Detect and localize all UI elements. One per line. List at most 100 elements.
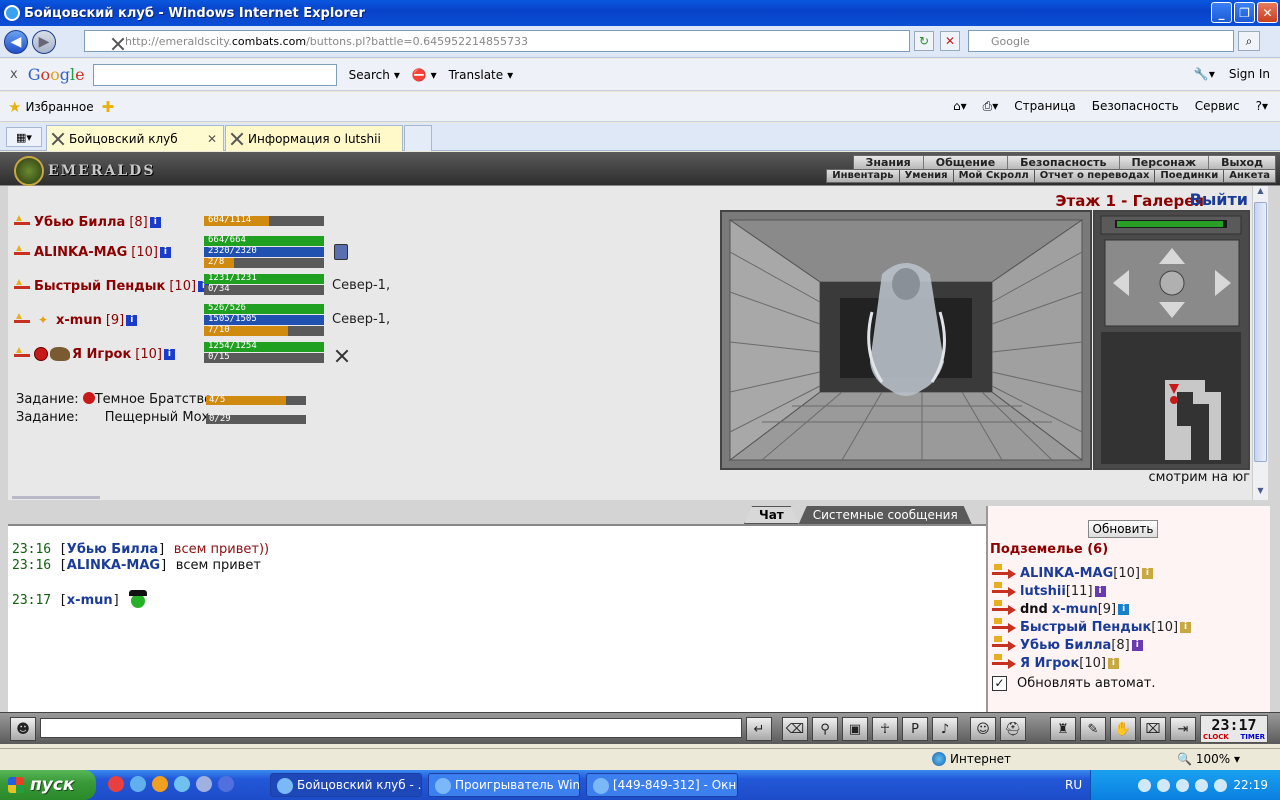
info-icon[interactable]: i bbox=[1094, 585, 1106, 597]
submenu-transfers[interactable]: Отчет о переводах bbox=[1033, 170, 1155, 182]
google-search-button[interactable]: Search ▾ bbox=[349, 68, 400, 82]
online-user-name[interactable]: Я Игрок bbox=[1020, 656, 1079, 671]
private-icon[interactable]: P bbox=[902, 717, 928, 741]
google-search-input[interactable] bbox=[92, 63, 337, 86]
search-input[interactable]: Google bbox=[968, 30, 1234, 52]
player-name[interactable]: Я Игрок bbox=[72, 347, 131, 362]
hand-icon[interactable]: ✋ bbox=[1110, 717, 1136, 741]
scroll-down-icon[interactable]: ▼ bbox=[1254, 486, 1267, 500]
online-user-name[interactable]: ALINKA-MAG bbox=[1020, 566, 1113, 581]
menu-exit[interactable]: Выход bbox=[1208, 156, 1275, 169]
popup-blocker-icon[interactable]: ⛔ ▾ bbox=[412, 68, 437, 82]
info-icon[interactable]: i bbox=[1141, 567, 1153, 579]
smiles-icon[interactable]: ☺ bbox=[970, 717, 996, 741]
taskbar-item-window[interactable]: [449-849-312] - Окн... bbox=[586, 773, 738, 797]
sign-in-button[interactable]: Sign In bbox=[1229, 67, 1270, 81]
chat-input[interactable] bbox=[40, 718, 742, 738]
minimize-button[interactable]: _ bbox=[1211, 2, 1232, 23]
chat-head-icon[interactable]: ☻ bbox=[10, 717, 36, 741]
menu-communication[interactable]: Общение bbox=[922, 156, 1007, 169]
player-name[interactable]: ALINKA-MAG bbox=[34, 245, 127, 260]
info-icon[interactable]: i bbox=[159, 246, 171, 258]
bag-icon[interactable]: ♜ bbox=[1050, 717, 1076, 741]
crossed-swords-icon[interactable] bbox=[334, 348, 350, 364]
scroll-tool-icon[interactable]: ✎ bbox=[1080, 717, 1106, 741]
lock-icon[interactable]: ⌧ bbox=[1140, 717, 1166, 741]
walk-icon[interactable]: ☥ bbox=[872, 717, 898, 741]
player-name[interactable]: x-mun bbox=[56, 313, 102, 328]
submenu-scroll[interactable]: Мой Скролл bbox=[952, 170, 1034, 182]
add-favorite-icon[interactable]: ✚ bbox=[102, 98, 115, 116]
chat-nick[interactable]: ALINKA-MAG bbox=[67, 558, 160, 573]
player-name[interactable]: Быстрый Пендык bbox=[34, 279, 165, 294]
start-button[interactable]: пуск bbox=[0, 770, 96, 800]
taskbar-item-ie[interactable]: Бойцовский клуб - ... bbox=[270, 773, 422, 797]
opera-icon[interactable] bbox=[108, 776, 124, 792]
submenu-inventory[interactable]: Инвентарь bbox=[827, 170, 898, 182]
online-user-name[interactable]: x-mun bbox=[1052, 602, 1098, 617]
auto-refresh-checkbox[interactable]: ✓ bbox=[992, 676, 1007, 691]
zoom-control[interactable]: 🔍 100% ▾ bbox=[1177, 752, 1240, 766]
tray-icon[interactable] bbox=[1157, 778, 1171, 792]
safety-menu[interactable]: Безопасность bbox=[1092, 99, 1179, 114]
wrench-icon[interactable]: 🔧▾ bbox=[1194, 67, 1215, 81]
app-icon[interactable] bbox=[218, 776, 234, 792]
scroll-thumb[interactable] bbox=[1254, 202, 1267, 462]
messenger-icon[interactable] bbox=[196, 776, 212, 792]
menu-security[interactable]: Безопасность bbox=[1007, 156, 1118, 169]
info-icon[interactable]: i bbox=[149, 216, 161, 228]
refresh-list-button[interactable]: Обновить bbox=[1088, 520, 1158, 538]
vertical-scrollbar[interactable]: ▲ ▼ bbox=[1252, 186, 1268, 500]
quick-tabs-icon[interactable]: ▦▾ bbox=[6, 127, 42, 147]
back-button[interactable]: ◀ bbox=[4, 29, 28, 54]
url-field[interactable]: http://emeraldscity. combats.com/buttons.… bbox=[84, 30, 910, 52]
close-button[interactable]: ✕ bbox=[1257, 2, 1278, 23]
menu-character[interactable]: Персонаж bbox=[1118, 156, 1209, 169]
favorites-button[interactable]: ★ Избранное bbox=[8, 98, 94, 116]
chat-nick[interactable]: x-mun bbox=[67, 593, 113, 608]
chat-time[interactable]: 23:16 bbox=[12, 542, 51, 557]
close-tab-icon[interactable]: ✕ bbox=[207, 132, 217, 146]
exit-icon[interactable]: ⇥ bbox=[1170, 717, 1196, 741]
stop-icon[interactable]: ✕ bbox=[940, 31, 960, 51]
new-tab-button[interactable] bbox=[404, 125, 432, 151]
submenu-fights[interactable]: Поединки bbox=[1154, 170, 1223, 182]
filter-icon[interactable]: ⚲ bbox=[812, 717, 838, 741]
chat-time[interactable]: 23:16 bbox=[12, 558, 51, 573]
send-icon[interactable]: ↵ bbox=[746, 717, 772, 741]
page-menu[interactable]: Страница bbox=[1014, 99, 1076, 114]
tab-chat[interactable]: Чат bbox=[744, 506, 799, 524]
menu-knowledge[interactable]: Знания bbox=[854, 156, 923, 169]
tray-icon[interactable] bbox=[1176, 778, 1190, 792]
tab-combats[interactable]: Бойцовский клуб ✕ bbox=[46, 125, 224, 151]
translate-button[interactable]: Translate ▾ bbox=[449, 68, 514, 82]
home-icon[interactable]: ⌂▾ bbox=[953, 99, 967, 114]
horizontal-scrollbar[interactable] bbox=[12, 496, 100, 499]
ie-quick-icon[interactable] bbox=[130, 776, 146, 792]
info-icon[interactable]: i bbox=[1180, 621, 1192, 633]
help-icon[interactable]: ?▾ bbox=[1256, 99, 1268, 114]
tab-info[interactable]: Информация о lutshii bbox=[225, 125, 403, 151]
scroll-up-icon[interactable]: ▲ bbox=[1254, 186, 1267, 200]
exit-dungeon-link[interactable]: Выйти bbox=[1190, 190, 1248, 209]
tab-system-messages[interactable]: Системные сообщения bbox=[799, 506, 972, 524]
info-icon[interactable]: i bbox=[1118, 603, 1130, 615]
print-icon[interactable]: ⎙▾ bbox=[983, 99, 999, 114]
submenu-skills[interactable]: Умения bbox=[898, 170, 953, 182]
info-icon[interactable]: i bbox=[163, 348, 175, 360]
player-name[interactable]: Убью Билла bbox=[34, 215, 125, 230]
chat-nick[interactable]: Убью Билла bbox=[67, 542, 158, 557]
dungeon-view[interactable] bbox=[720, 210, 1092, 470]
sound-icon[interactable]: ♪ bbox=[932, 717, 958, 741]
google-close-icon[interactable]: x bbox=[10, 67, 18, 82]
helmet-icon[interactable]: ⛑ bbox=[1000, 717, 1026, 741]
taskbar-item-player[interactable]: Проигрыватель Win... bbox=[428, 773, 580, 797]
online-user-name[interactable]: Убью Билла bbox=[1020, 638, 1111, 653]
auto-refresh-option[interactable]: ✓ Обновлять автомат. bbox=[992, 676, 1156, 691]
refresh-icon[interactable]: ↻ bbox=[914, 31, 934, 51]
eraser-icon[interactable]: ⌫ bbox=[782, 717, 808, 741]
online-user-name[interactable]: lutshii bbox=[1020, 584, 1066, 599]
language-indicator[interactable]: RU bbox=[1065, 778, 1082, 792]
submenu-profile[interactable]: Анкета bbox=[1223, 170, 1275, 182]
volume-icon[interactable] bbox=[1214, 778, 1228, 792]
